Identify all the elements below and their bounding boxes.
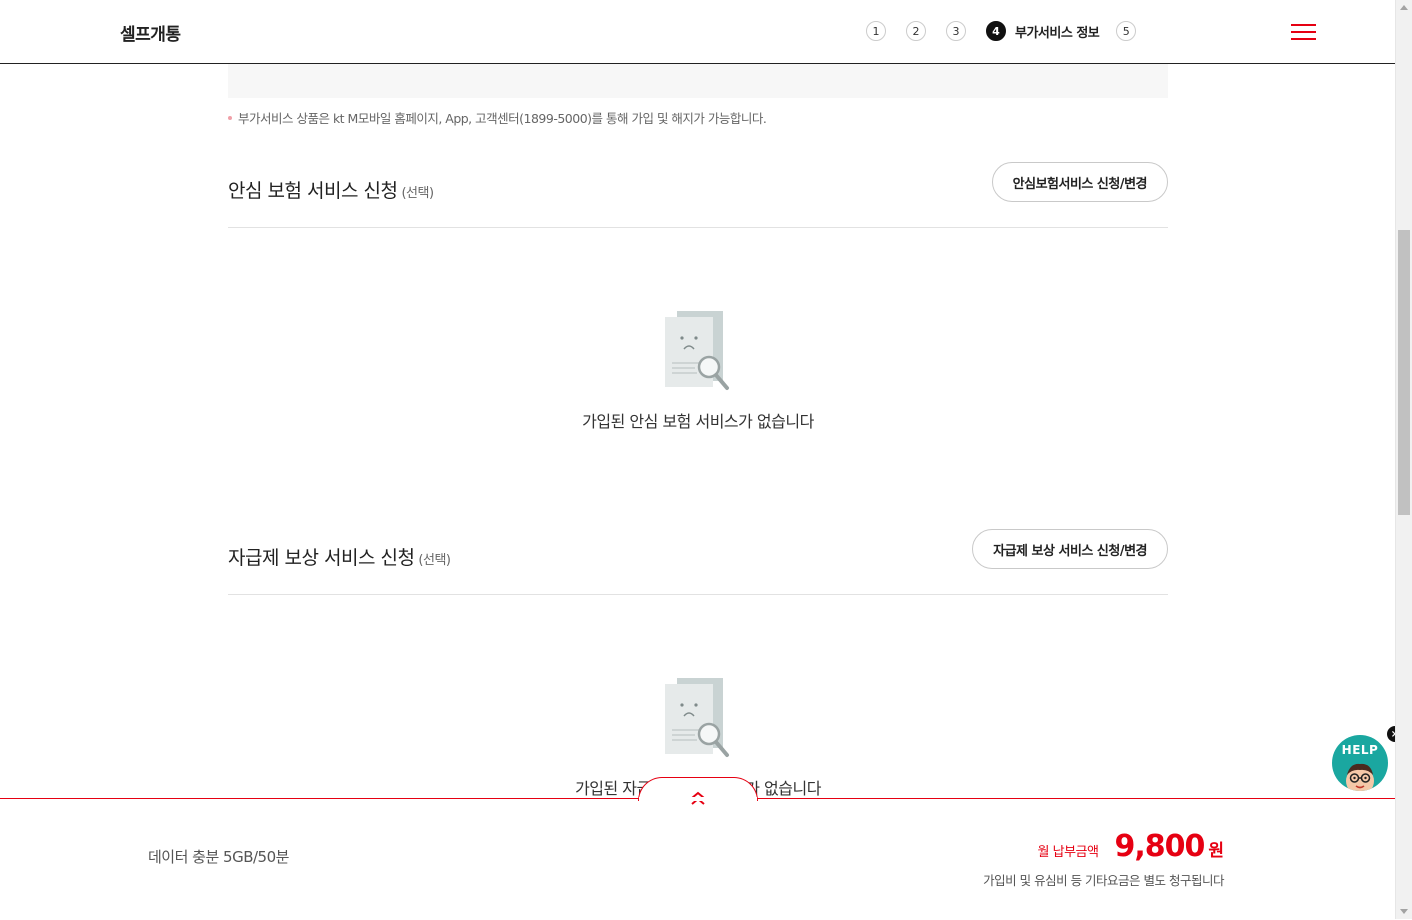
page-title: 셀프개통 — [120, 25, 181, 45]
scroll-up-icon[interactable] — [1400, 5, 1408, 10]
price-label: 월 납부금액 — [1037, 845, 1099, 860]
step-4-active: 4 — [986, 21, 1006, 41]
step-indicator: 1 2 3 4 부가서비스 정보 5 — [866, 21, 1156, 41]
insurance-empty-state: 가입된 안심 보험 서비스가 없습니다 — [228, 311, 1168, 432]
insurance-section-header: 안심 보험 서비스 신청 (선택) 안심보험서비스 신청/변경 — [228, 162, 1168, 228]
bullet-icon — [228, 115, 232, 120]
insurance-empty-text: 가입된 안심 보험 서비스가 없습니다 — [582, 412, 814, 431]
compensation-apply-button[interactable]: 자급제 보상 서비스 신청/변경 — [972, 529, 1168, 569]
insurance-apply-button[interactable]: 안심보험서비스 신청/변경 — [991, 162, 1168, 202]
compensation-section-header: 자급제 보상 서비스 신청 (선택) 자급제 보상 서비스 신청/변경 — [228, 529, 1168, 595]
monthly-price: 월 납부금액 9,800 원 가입비 및 유심비 등 기타요금은 별도 청구됩니… — [983, 829, 1224, 889]
help-mascot-icon — [1346, 763, 1374, 791]
document-search-sad-icon — [665, 311, 729, 390]
notice-text: 부가서비스 상품은 kt M모바일 홈페이지, App, 고객센터(1899-5… — [228, 108, 767, 127]
header: 셀프개통 1 2 3 4 부가서비스 정보 5 — [0, 0, 1395, 64]
bottom-summary-bar: 데이터 충분 5GB/50분 월 납부금액 9,800 원 가입비 및 유심비 … — [0, 798, 1395, 920]
selected-plan-name: 데이터 충분 5GB/50분 — [148, 848, 289, 866]
step-4-label: 부가서비스 정보 — [1015, 25, 1100, 41]
insurance-section-title: 안심 보험 서비스 신청 (선택) — [228, 180, 434, 202]
step-5: 5 — [1116, 21, 1137, 41]
step-3: 3 — [946, 21, 966, 41]
price-value: 9,800 — [1114, 829, 1205, 864]
scroll-down-icon[interactable] — [1400, 909, 1408, 914]
page-scrollbar[interactable] — [1395, 0, 1412, 919]
scrollbar-thumb[interactable] — [1398, 230, 1410, 515]
price-note: 가입비 및 유심비 등 기타요금은 별도 청구됩니다 — [983, 873, 1224, 888]
step-1: 1 — [866, 21, 886, 41]
compensation-optional-tag: (선택) — [418, 553, 451, 568]
help-widget-button[interactable]: HELP — [1332, 735, 1388, 791]
document-search-sad-icon — [665, 678, 729, 757]
insurance-optional-tag: (선택) — [401, 186, 434, 201]
price-unit: 원 — [1208, 841, 1224, 861]
compensation-section-title: 자급제 보상 서비스 신청 (선택) — [228, 547, 451, 569]
step-2: 2 — [906, 21, 926, 41]
hamburger-menu-icon[interactable] — [1291, 24, 1316, 41]
help-label: HELP — [1341, 743, 1379, 757]
